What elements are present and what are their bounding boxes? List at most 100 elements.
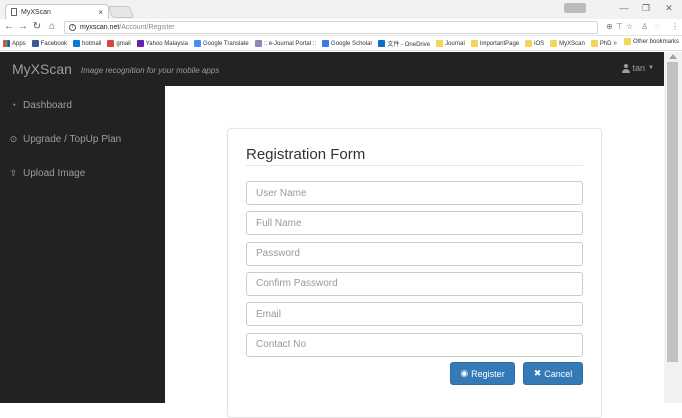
folder-icon bbox=[623, 38, 631, 45]
bookmark-label: iOS bbox=[534, 40, 545, 47]
upload-icon: ⇪ bbox=[9, 167, 18, 178]
folder-icon bbox=[436, 40, 444, 47]
folder-icon bbox=[525, 40, 533, 47]
page-icon bbox=[11, 8, 17, 16]
cancel-label: Cancel bbox=[544, 368, 573, 379]
contact-field[interactable] bbox=[246, 332, 583, 357]
pin-icon[interactable]: ⊤ bbox=[616, 22, 623, 31]
bookmark-item[interactable]: Yahoo Malaysia bbox=[136, 40, 188, 47]
sidebar-item-dashboard[interactable]: ◔ Dashboard bbox=[0, 88, 165, 122]
maximize-icon[interactable]: ❐ bbox=[638, 3, 654, 14]
register-label: Register bbox=[471, 368, 505, 379]
divider bbox=[246, 165, 583, 166]
bookmark-label: PhD bbox=[599, 40, 612, 47]
tagline: Image recognition for your mobile apps bbox=[80, 66, 220, 75]
user-name: tan bbox=[632, 63, 646, 73]
info-icon[interactable]: i bbox=[69, 24, 76, 31]
bookmark-item[interactable]: 文件 - OneDrive bbox=[378, 39, 430, 48]
address-bar[interactable]: i myxscan.net /Account/Register bbox=[64, 21, 598, 34]
menu-icon[interactable]: ⋮ bbox=[671, 22, 679, 31]
bookmark-item[interactable]: Apps bbox=[3, 40, 26, 47]
other-bookmarks-label: Other bookmarks bbox=[632, 38, 679, 45]
yahoo-icon bbox=[136, 40, 144, 47]
bookmark-item[interactable]: Journal bbox=[436, 40, 465, 47]
folder-icon bbox=[590, 40, 598, 47]
folder-icon bbox=[470, 40, 478, 47]
onedrive-icon bbox=[378, 40, 386, 47]
bookmark-item[interactable]: ImportantPage bbox=[470, 40, 520, 47]
zoom-icon[interactable]: ⊕ bbox=[606, 22, 613, 31]
ejournal-icon bbox=[254, 40, 262, 47]
bookmark-label: Google Translate bbox=[202, 40, 249, 47]
bookmark-label: gmail bbox=[116, 40, 131, 47]
home-icon[interactable]: ⌂ bbox=[47, 21, 57, 33]
new-tab-button[interactable] bbox=[107, 6, 135, 18]
bookmark-item[interactable]: PhD bbox=[590, 40, 612, 47]
bookmark-label: ImportantPage bbox=[479, 40, 520, 47]
bookmark-item[interactable]: Google Scholar bbox=[322, 40, 372, 47]
user-icon bbox=[621, 63, 630, 73]
browser-tabstrip: MyXScan × — ❐ ✕ bbox=[0, 0, 682, 19]
bookmarks-bar: Apps Facebook hotmail gmail Yahoo Malaysia Go… bbox=[0, 37, 682, 51]
gmail-icon bbox=[107, 40, 115, 47]
register-button[interactable]: ◉ Register bbox=[450, 362, 515, 385]
extension2-icon[interactable]: ◌ bbox=[655, 22, 660, 31]
bookmark-item[interactable]: Facebook bbox=[31, 40, 67, 47]
sidebar-item-label: Upgrade / TopUp Plan bbox=[23, 133, 122, 145]
bookmark-item[interactable]: hotmail bbox=[73, 40, 101, 47]
confirm-password-field[interactable] bbox=[246, 271, 583, 296]
bookmark-item[interactable]: :: e-Journal Portal :: bbox=[254, 40, 317, 47]
reload-icon[interactable]: ↻ bbox=[32, 21, 42, 33]
email-field[interactable] bbox=[246, 302, 583, 327]
bookmark-item[interactable]: Google Translate bbox=[193, 40, 249, 47]
facebook-icon bbox=[31, 40, 39, 47]
bookmark-label: hotmail bbox=[82, 40, 102, 47]
app-navbar: MyXScan Image recognition for your mobil… bbox=[0, 52, 664, 86]
back-icon[interactable]: ← bbox=[4, 21, 14, 33]
browser-tab[interactable]: MyXScan × bbox=[5, 4, 109, 19]
close-icon: ✖ bbox=[533, 368, 542, 378]
tab-close-icon[interactable]: × bbox=[98, 8, 103, 17]
scroll-thumb[interactable] bbox=[667, 62, 678, 362]
sidebar-item-upload-image[interactable]: ⇪ Upload Image bbox=[0, 156, 165, 190]
bookmark-item[interactable]: MyXScan bbox=[550, 40, 585, 47]
upgrade-icon: ⊙ bbox=[9, 133, 18, 144]
sidebar-item-upgrade-topup-plan[interactable]: ⊙ Upgrade / TopUp Plan bbox=[0, 122, 165, 156]
page-scrollbar[interactable] bbox=[664, 52, 682, 403]
sidebar-item-label: Dashboard bbox=[23, 99, 72, 111]
bookmark-item[interactable]: iOS bbox=[525, 40, 544, 47]
registration-panel: Registration Form ◉ Register ✖ Cancel bbox=[227, 128, 602, 418]
eye-icon: ◉ bbox=[460, 368, 469, 378]
bookmark-label: :: e-Journal Portal :: bbox=[263, 40, 317, 47]
brand-logo[interactable]: MyXScan bbox=[12, 61, 72, 77]
translate-icon bbox=[193, 40, 201, 47]
tab-title: MyXScan bbox=[21, 8, 51, 16]
bookmark-label: Google Scholar bbox=[331, 40, 373, 47]
bookmark-label: Journal bbox=[445, 40, 465, 47]
password-field[interactable] bbox=[246, 241, 583, 266]
sidebar-item-label: Upload Image bbox=[23, 167, 86, 179]
user-menu[interactable]: tan ▼ bbox=[621, 63, 654, 73]
star-icon[interactable]: ☆ bbox=[626, 22, 633, 31]
close-window-icon[interactable]: ✕ bbox=[661, 3, 677, 14]
cancel-button[interactable]: ✖ Cancel bbox=[523, 362, 583, 385]
minimize-icon[interactable]: — bbox=[616, 3, 632, 13]
username-field[interactable] bbox=[246, 181, 583, 205]
sidebar: ◔ Dashboard ⊙ Upgrade / TopUp Plan ⇪ Upload I… bbox=[0, 86, 165, 403]
other-bookmarks[interactable]: Other bookmarks bbox=[623, 38, 679, 45]
forward-icon[interactable]: → bbox=[18, 21, 28, 33]
dashboard-icon: ◔ bbox=[10, 100, 17, 110]
bookmarks-more-icon[interactable]: » bbox=[613, 40, 617, 47]
caret-down-icon: ▼ bbox=[648, 65, 654, 71]
apps-icon bbox=[3, 40, 10, 47]
folder-icon bbox=[550, 40, 558, 47]
bookmark-label: Yahoo Malaysia bbox=[145, 40, 188, 47]
scroll-up-icon[interactable] bbox=[669, 54, 677, 59]
bookmark-label: Apps bbox=[12, 40, 26, 47]
bookmark-label: MyXScan bbox=[559, 40, 585, 47]
extension-icon[interactable]: ♙ bbox=[641, 22, 648, 31]
bookmark-item[interactable]: gmail bbox=[107, 40, 131, 47]
profile-button[interactable] bbox=[564, 3, 586, 13]
scholar-icon bbox=[322, 40, 330, 47]
fullname-field[interactable] bbox=[246, 211, 583, 236]
